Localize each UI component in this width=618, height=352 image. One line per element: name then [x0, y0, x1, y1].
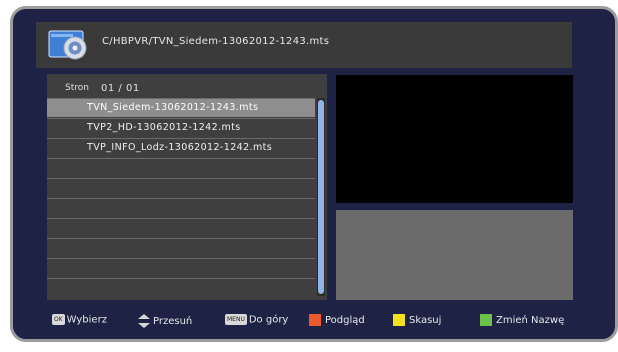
red-key-icon: [309, 314, 321, 326]
select-hint[interactable]: OK Wybierz: [52, 314, 107, 326]
page-label: Stron: [65, 83, 89, 93]
up-hint[interactable]: MENU Do góry: [225, 314, 288, 326]
empty-row: [47, 238, 315, 257]
rename-hint[interactable]: Zmień Nazwę: [480, 314, 564, 326]
disc-folder-icon: [48, 28, 92, 62]
preview-label: Podgląd: [325, 315, 365, 326]
file-row[interactable]: TVP_INFO_Lodz-13062012-1242.mts: [47, 138, 315, 157]
move-label: Przesuń: [153, 316, 193, 327]
up-down-arrows-icon: [138, 314, 150, 328]
file-list: TVN_Siedem-13062012-1243.mts TVP2_HD-130…: [47, 98, 315, 298]
file-row[interactable]: TVP2_HD-13062012-1242.mts: [47, 118, 315, 137]
empty-row: [47, 158, 315, 177]
header-bar: C/HBPVR/TVN_Siedem-13062012-1243.mts: [36, 22, 572, 68]
empty-row: [47, 178, 315, 197]
empty-row: [47, 218, 315, 237]
up-label: Do góry: [248, 314, 289, 326]
footer-key-hints: OK Wybierz Przesuń MENU Do góry Podgląd Sk…: [47, 309, 573, 335]
file-name: TVP2_HD-13062012-1242.mts: [87, 122, 241, 133]
video-preview: [336, 75, 573, 203]
empty-row: [47, 198, 315, 217]
rename-label: Zmień Nazwę: [496, 315, 565, 326]
delete-label: Skasuj: [409, 315, 442, 326]
scrollbar[interactable]: [317, 98, 325, 296]
menu-key-icon: MENU: [225, 314, 247, 325]
preview-info-panel: [336, 210, 573, 300]
yellow-key-icon: [393, 314, 405, 326]
file-browser-panel: Stron 01 / 01 TVN_Siedem-13062012-1243.m…: [47, 74, 327, 300]
current-file-path: C/HBPVR/TVN_Siedem-13062012-1243.mts: [102, 36, 330, 47]
empty-row: [47, 258, 315, 277]
preview-hint[interactable]: Podgląd: [309, 314, 365, 326]
scroll-thumb[interactable]: [318, 100, 324, 294]
file-name: TVN_Siedem-13062012-1243.mts: [87, 102, 259, 113]
file-name: TVP_INFO_Lodz-13062012-1242.mts: [87, 142, 273, 153]
move-hint[interactable]: Przesuń: [138, 314, 192, 328]
page-number: 01 / 01: [101, 83, 140, 94]
select-label: Wybierz: [66, 314, 107, 326]
ok-key-icon: OK: [52, 314, 65, 325]
delete-hint[interactable]: Skasuj: [393, 314, 441, 326]
green-key-icon: [480, 314, 492, 326]
empty-row: [47, 278, 315, 297]
file-row-selected[interactable]: TVN_Siedem-13062012-1243.mts: [47, 98, 315, 117]
